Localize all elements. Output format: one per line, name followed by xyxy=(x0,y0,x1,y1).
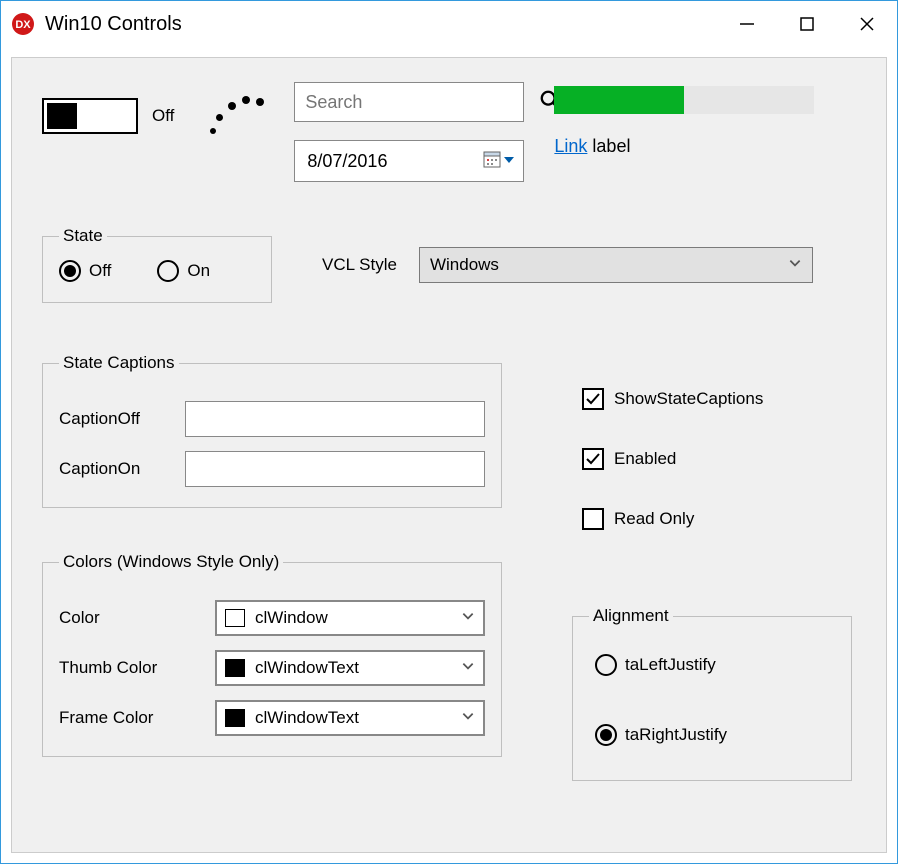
caption-on-input[interactable] xyxy=(185,451,485,487)
radio-icon xyxy=(157,260,179,282)
check-enabled-label: Enabled xyxy=(614,449,676,469)
maximize-button[interactable] xyxy=(777,1,837,47)
frame-color-value: clWindowText xyxy=(255,708,359,728)
colors-legend: Colors (Windows Style Only) xyxy=(59,552,283,572)
checkbox-icon xyxy=(582,508,604,530)
color-swatch xyxy=(225,709,245,727)
activity-indicator xyxy=(204,86,264,146)
color-swatch xyxy=(225,659,245,677)
calendar-icon[interactable] xyxy=(483,150,501,173)
state-off-label: Off xyxy=(89,261,111,281)
caption-off-input[interactable] xyxy=(185,401,485,437)
checkbox-icon xyxy=(582,388,604,410)
progress-fill xyxy=(554,86,684,114)
checkbox-icon xyxy=(582,448,604,470)
alignment-radio-left[interactable]: taLeftJustify xyxy=(595,654,829,676)
chevron-down-icon xyxy=(461,658,475,678)
svg-text:DX: DX xyxy=(15,19,31,31)
link-label-text: label xyxy=(592,136,630,156)
search-input[interactable] xyxy=(303,91,539,114)
progress-bar xyxy=(554,86,814,114)
app-icon: DX xyxy=(11,12,35,36)
alignment-radio-right[interactable]: taRightJustify xyxy=(595,724,829,746)
toggle-state-label: Off xyxy=(152,106,174,126)
state-captions-legend: State Captions xyxy=(59,353,179,373)
check-read-only[interactable]: Read Only xyxy=(582,508,763,530)
colors-groupbox: Colors (Windows Style Only) Color clWind… xyxy=(42,552,502,757)
frame-color-combo[interactable]: clWindowText xyxy=(215,700,485,736)
state-on-label: On xyxy=(187,261,210,281)
color-value: clWindow xyxy=(255,608,328,628)
minimize-button[interactable] xyxy=(717,1,777,47)
window-title: Win10 Controls xyxy=(45,13,182,36)
close-button[interactable] xyxy=(837,1,897,47)
search-box[interactable] xyxy=(294,82,524,122)
state-groupbox: State Off On xyxy=(42,226,272,303)
caption-on-label: CaptionOn xyxy=(59,459,169,479)
radio-icon xyxy=(59,260,81,282)
vcl-style-label: VCL Style xyxy=(322,255,397,275)
thumb-color-label: Thumb Color xyxy=(59,658,199,678)
alignment-right-label: taRightJustify xyxy=(625,725,727,745)
titlebar: DX Win10 Controls xyxy=(1,1,897,47)
state-radio-off[interactable]: Off xyxy=(59,260,111,282)
check-show-state-captions-label: ShowStateCaptions xyxy=(614,389,763,409)
state-legend: State xyxy=(59,226,107,246)
toggle-switch[interactable] xyxy=(42,98,138,134)
check-enabled[interactable]: Enabled xyxy=(582,448,763,470)
check-read-only-label: Read Only xyxy=(614,509,694,529)
date-picker[interactable]: 8/07/2016 xyxy=(294,140,524,182)
thumb-color-combo[interactable]: clWindowText xyxy=(215,650,485,686)
chevron-down-icon xyxy=(461,708,475,728)
client-area: Off 8/07/2016 xyxy=(11,57,887,853)
color-label: Color xyxy=(59,608,199,628)
color-swatch xyxy=(225,609,245,627)
chevron-down-icon xyxy=(788,255,802,275)
alignment-legend: Alignment xyxy=(589,606,673,626)
chevron-down-icon xyxy=(461,608,475,628)
app-window: DX Win10 Controls Off xyxy=(0,0,898,864)
caption-off-label: CaptionOff xyxy=(59,409,169,429)
radio-icon xyxy=(595,724,617,746)
vcl-style-combo[interactable]: Windows xyxy=(419,247,813,283)
check-show-state-captions[interactable]: ShowStateCaptions xyxy=(582,388,763,410)
vcl-style-value: Windows xyxy=(430,255,499,275)
alignment-left-label: taLeftJustify xyxy=(625,655,716,675)
toggle-thumb xyxy=(47,103,77,129)
frame-color-label: Frame Color xyxy=(59,708,199,728)
chevron-down-icon[interactable] xyxy=(503,151,515,171)
date-value: 8/07/2016 xyxy=(303,151,387,172)
state-radio-on[interactable]: On xyxy=(157,260,210,282)
thumb-color-value: clWindowText xyxy=(255,658,359,678)
link-label-link[interactable]: Link xyxy=(554,136,587,156)
alignment-groupbox: Alignment taLeftJustify taRightJustify xyxy=(572,606,852,781)
color-combo[interactable]: clWindow xyxy=(215,600,485,636)
state-captions-groupbox: State Captions CaptionOff CaptionOn xyxy=(42,353,502,508)
radio-icon xyxy=(595,654,617,676)
